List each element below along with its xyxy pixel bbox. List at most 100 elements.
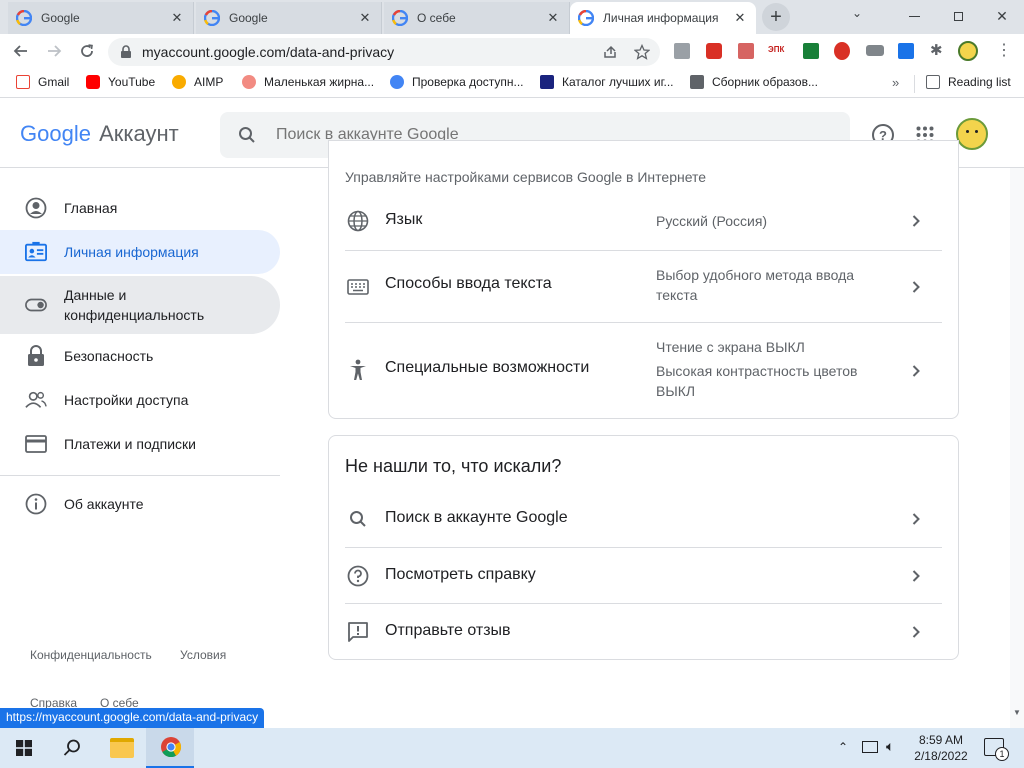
- toggle-icon: [25, 294, 47, 316]
- network-icon[interactable]: [862, 741, 878, 753]
- sidebar-item-personal-info[interactable]: Личная информация: [0, 230, 280, 274]
- footer-terms-link[interactable]: Условия: [180, 648, 226, 662]
- sidebar: Главная Личная информация Данные и конфи…: [0, 168, 282, 728]
- bookmark-aimp[interactable]: AIMP: [172, 75, 223, 89]
- opera-icon[interactable]: [834, 42, 850, 60]
- logo-account: Аккаунт: [99, 121, 179, 146]
- help-row-search[interactable]: Поиск в аккаунте Google: [345, 491, 942, 548]
- clock[interactable]: 8:59 AM 2/18/2022: [908, 732, 974, 764]
- google-account-logo[interactable]: Google Аккаунт: [20, 120, 179, 148]
- row-value: Выбор удобного метода ввода текста: [656, 267, 855, 303]
- tab-4-active[interactable]: Личная информация ✕: [570, 2, 756, 34]
- bookmark-6[interactable]: Каталог лучших иг...: [540, 75, 674, 89]
- extension-icon[interactable]: [706, 43, 722, 59]
- settings-row-input-tools[interactable]: Способы ввода текста Выбор удобного мето…: [345, 251, 942, 323]
- menu-dots-icon[interactable]: ⋮: [996, 42, 1012, 60]
- back-button[interactable]: [10, 40, 32, 62]
- tab-title: Личная информация: [603, 11, 719, 25]
- file-explorer-icon[interactable]: [110, 738, 134, 758]
- globe-icon: [347, 210, 369, 232]
- tray-chevron-up-icon[interactable]: ⌃: [838, 740, 848, 754]
- extension-icon[interactable]: ЭПК: [768, 45, 786, 57]
- bookmark-youtube[interactable]: YouTube: [86, 75, 155, 89]
- ms-icon: [690, 75, 704, 89]
- tab-search-icon[interactable]: ⌄: [852, 6, 862, 20]
- extension-icon[interactable]: [866, 45, 884, 56]
- row-label: Отправьте отзыв: [385, 622, 511, 639]
- extension-icon[interactable]: [674, 43, 690, 59]
- footer-privacy-link[interactable]: Конфиденциальность: [30, 648, 152, 662]
- reload-icon: [81, 44, 93, 57]
- web-settings-card: Управляйте настройками сервисов Google в…: [328, 140, 959, 419]
- forward-button[interactable]: [43, 40, 65, 62]
- account-avatar[interactable]: [956, 118, 988, 150]
- windows-start-icon[interactable]: [16, 740, 32, 756]
- sidebar-divider: [0, 475, 280, 476]
- chevron-right-icon: [910, 513, 922, 525]
- bookmark-gmail[interactable]: Gmail: [16, 75, 69, 89]
- sidebar-item-security[interactable]: Безопасность: [0, 338, 280, 374]
- tab-1[interactable]: Google ✕: [8, 2, 194, 34]
- reading-list-button[interactable]: Reading list: [926, 75, 1011, 89]
- scroll-down-arrow[interactable]: ▼: [1013, 708, 1021, 717]
- tab-title: Google: [41, 11, 80, 25]
- bookmark-icon: [540, 75, 554, 89]
- gmail-icon: [16, 75, 30, 89]
- bookmark-5[interactable]: Проверка доступн...: [390, 75, 524, 89]
- extension-icon[interactable]: [803, 43, 819, 59]
- volume-icon[interactable]: 🔈︎: [886, 738, 894, 755]
- extension-icon[interactable]: [898, 43, 914, 59]
- aimp-icon: [172, 75, 186, 89]
- arrow-left-icon: [13, 45, 27, 57]
- google-icon: [392, 10, 408, 26]
- chrome-icon: [161, 737, 182, 758]
- puzzle-icon[interactable]: ✱: [930, 43, 946, 59]
- google-icon: [578, 10, 594, 26]
- settings-row-accessibility[interactable]: Специальные возможности Чтение с экрана …: [345, 323, 942, 419]
- page-scrollbar[interactable]: ▼: [1010, 168, 1024, 728]
- extension-icon[interactable]: [738, 43, 754, 59]
- profile-avatar[interactable]: [958, 41, 978, 61]
- new-tab-button[interactable]: +: [762, 3, 790, 31]
- address-bar[interactable]: myaccount.google.com/data-and-privacy: [108, 38, 660, 66]
- notifications-icon[interactable]: 1: [984, 738, 1009, 761]
- close-tab-icon[interactable]: ✕: [169, 10, 185, 26]
- windows-taskbar: ⌃ 🔈︎ 8:59 AM 2/18/2022 1: [0, 728, 1024, 768]
- sidebar-item-payments[interactable]: Платежи и подписки: [0, 426, 280, 462]
- reload-button[interactable]: [76, 40, 98, 62]
- bookmark-4[interactable]: Маленькая жирна...: [242, 75, 374, 89]
- row-label: Способы ввода текста: [385, 275, 552, 292]
- reading-list-icon: [926, 75, 940, 89]
- settings-row-language[interactable]: Язык Русский (Россия): [345, 191, 942, 251]
- sidebar-item-people-sharing[interactable]: Настройки доступа: [0, 382, 280, 418]
- card-subtitle: Управляйте настройками сервисов Google в…: [345, 169, 707, 185]
- taskbar-chrome-button[interactable]: [146, 728, 194, 768]
- sidebar-item-data-privacy[interactable]: Данные и конфиденциальность: [0, 276, 280, 334]
- chevron-right-icon: [910, 281, 922, 293]
- bookmark-icon: [242, 75, 256, 89]
- help-row-feedback[interactable]: Отправьте отзыв: [345, 604, 942, 660]
- restore-button[interactable]: [940, 2, 976, 30]
- minimize-button[interactable]: [896, 2, 932, 30]
- close-tab-icon[interactable]: ✕: [357, 10, 373, 26]
- keyboard-icon: [347, 276, 369, 298]
- feedback-icon: [347, 621, 369, 643]
- bookmarks-overflow-icon[interactable]: »: [892, 75, 899, 90]
- tab-strip: Google ✕ Google ✕ О себе ✕ Личная информ…: [0, 0, 1024, 34]
- search-icon: [239, 127, 255, 143]
- tab-2[interactable]: Google ✕: [196, 2, 382, 34]
- close-window-button[interactable]: ✕: [984, 2, 1020, 30]
- sidebar-item-home[interactable]: Главная: [0, 190, 280, 226]
- chevron-right-icon: [910, 365, 922, 377]
- help-row-help-center[interactable]: Посмотреть справку: [345, 548, 942, 604]
- search-icon[interactable]: [63, 739, 81, 757]
- close-tab-icon[interactable]: ✕: [732, 10, 748, 26]
- close-tab-icon[interactable]: ✕: [545, 10, 561, 26]
- bookmark-7[interactable]: Сборник образов...: [690, 75, 818, 89]
- tab-3[interactable]: О себе ✕: [384, 2, 570, 34]
- row-label: Посмотреть справку: [385, 566, 536, 583]
- row-label: Поиск в аккаунте Google: [385, 509, 568, 526]
- sidebar-item-about[interactable]: Об аккаунте: [0, 486, 280, 522]
- people-icon: [25, 389, 47, 411]
- row-label: Язык: [385, 211, 423, 228]
